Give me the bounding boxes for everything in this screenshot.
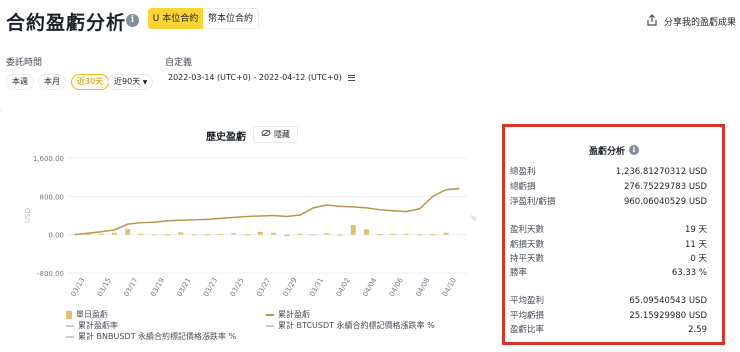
- summary-row: 虧損天數 11 天: [510, 240, 707, 250]
- bar-daily-pnl: [271, 232, 277, 235]
- legend-line-swatch: [66, 324, 74, 327]
- x-tick-label: 04/06: [388, 276, 405, 298]
- bar-daily-pnl: [165, 234, 170, 236]
- y-tick-label: 800.00: [40, 193, 65, 201]
- summary-row: 盈虧比率 2.59: [510, 325, 707, 335]
- legend-bar-swatch: [66, 310, 72, 319]
- x-tick-label: 03/29: [282, 277, 299, 298]
- legend-label: 單日盈虧: [76, 310, 108, 319]
- preset-this-month[interactable]: 本月: [38, 74, 66, 90]
- preset-90-days-dropdown[interactable]: 近90天 ▼: [108, 74, 154, 90]
- bar-daily-pnl: [324, 233, 330, 235]
- tab-usdt-m-futures[interactable]: U 本位合約: [148, 8, 203, 29]
- summary-row: 盈利天數 19 天: [510, 225, 707, 235]
- bar-daily-pnl: [257, 231, 263, 235]
- y-tick-label: 0.00: [48, 232, 64, 240]
- legend-label: 累計盈虧率: [78, 321, 118, 330]
- summary-row: 持平天數 0 天: [510, 254, 707, 264]
- custom-label: 自定義: [165, 58, 193, 68]
- bar-daily-pnl: [204, 234, 210, 236]
- bar-daily-pnl: [310, 234, 316, 236]
- legend-cumulative-pnl-rate[interactable]: 累計盈虧率: [66, 320, 118, 331]
- bar-daily-pnl: [403, 233, 409, 235]
- summary-title: 盈虧分析: [589, 147, 626, 157]
- date-range-text: 2022-03-14 (UTC+0) - 2022-04-12 (UTC+0): [168, 73, 342, 82]
- legend-line-swatch: [266, 313, 274, 316]
- summary-row: 淨盈利/虧損 960.06040529 USD: [510, 197, 707, 207]
- legend-cumulative-pnl[interactable]: 累計盈虧: [266, 309, 310, 320]
- bar-daily-pnl: [98, 233, 104, 235]
- bar-daily-pnl: [218, 233, 224, 235]
- legend-btc-rate[interactable]: 累計 BTCUSDT 永續合約標記價格漲跌率 %: [266, 320, 435, 331]
- bar-daily-pnl: [151, 234, 157, 236]
- bar-daily-pnl: [390, 233, 396, 235]
- tab-coin-m-futures[interactable]: 幣本位合約: [203, 8, 259, 29]
- bar-daily-pnl: [125, 228, 131, 235]
- bar-daily-pnl: [364, 229, 369, 235]
- x-tick-label: 03/31: [308, 277, 325, 298]
- calendar-icon: [347, 74, 355, 81]
- summary-row: 總虧損 276.75229783 USD: [510, 182, 707, 192]
- bar-daily-pnl: [138, 233, 144, 235]
- period-label: 委託時間: [6, 58, 43, 68]
- share-icon: [646, 14, 658, 29]
- bar-daily-pnl: [297, 233, 303, 235]
- pnl-chart: 1,600.00 800.00 0.00 -800.00 USD % 03/13 03/15 0…: [24, 155, 477, 298]
- bar-daily-pnl: [443, 232, 449, 235]
- x-tick-label: 03/27: [255, 277, 272, 298]
- legend-label: 累計 BTCUSDT 永續合約標記價格漲跌率 %: [278, 321, 435, 330]
- bar-daily-pnl: [244, 234, 250, 236]
- x-tick-label: 04/08: [414, 277, 431, 298]
- x-tick-label: 03/13: [69, 277, 86, 298]
- preset-30-days[interactable]: 近30天: [71, 74, 110, 90]
- bar-daily-pnl: [231, 233, 237, 235]
- legend-label: 累計盈虧: [278, 310, 310, 319]
- chevron-down-icon: ▼: [142, 79, 148, 86]
- bar-daily-pnl: [85, 234, 91, 236]
- preset-90-label: 近90天: [114, 77, 141, 86]
- summary-row: 平均盈利 65.09540543 USD: [510, 296, 707, 306]
- bar-daily-pnl: [111, 232, 117, 235]
- bar-daily-pnl: [417, 234, 423, 236]
- x-tick-label: 04/10: [441, 277, 458, 298]
- legend-line-swatch: [66, 335, 74, 338]
- bar-daily-pnl: [350, 225, 356, 235]
- bar-daily-pnl: [191, 234, 197, 236]
- preset-this-week[interactable]: 本週: [6, 74, 34, 90]
- x-tick-label: 03/21: [176, 277, 193, 298]
- summary-row: 總盈利 1,236.81270312 USD: [510, 167, 707, 177]
- date-range-picker[interactable]: 2022-03-14 (UTC+0) - 2022-04-12 (UTC+0): [168, 73, 355, 82]
- info-icon[interactable]: i: [126, 14, 139, 27]
- legend-daily-pnl[interactable]: 單日盈虧: [66, 309, 108, 320]
- x-tick-label: 03/19: [149, 277, 166, 298]
- legend-label: 累計 BNBUSDT 永續合約標記價格漲跌率 %: [78, 332, 237, 341]
- legend-bnb-rate[interactable]: 累計 BNBUSDT 永續合約標記價格漲跌率 %: [66, 331, 236, 342]
- y-axis-label: USD: [24, 208, 32, 223]
- x-tick-label: 03/25: [229, 277, 246, 298]
- y-tick-label: 1,600.00: [33, 155, 64, 163]
- bar-daily-pnl: [430, 234, 436, 236]
- y-right-axis-label: %: [470, 214, 477, 222]
- x-tick-label: 03/23: [202, 277, 219, 298]
- x-tick-label: 03/17: [123, 277, 140, 298]
- info-icon[interactable]: i: [629, 145, 639, 155]
- share-label: 分享我的盈虧成果: [664, 18, 737, 28]
- bar-daily-pnl: [377, 234, 383, 236]
- line-cumulative-pnl: [74, 187, 460, 236]
- legend-line-swatch: [266, 324, 274, 327]
- summary-row: 勝率 63.33 %: [510, 268, 707, 278]
- bar-daily-pnl: [284, 234, 290, 237]
- share-button[interactable]: 分享我的盈虧成果: [646, 14, 736, 29]
- bar-daily-pnl: [337, 234, 343, 236]
- x-tick-label: 03/15: [96, 277, 113, 298]
- bar-daily-pnl: [178, 232, 184, 235]
- page-title: 合約盈虧分析: [6, 12, 127, 34]
- y-tick-label: -800.00: [37, 270, 64, 278]
- x-tick-label: 04/04: [361, 276, 378, 298]
- x-tick-label: 04/02: [335, 277, 352, 298]
- summary-row: 平均虧損 25.15929980 USD: [510, 311, 707, 321]
